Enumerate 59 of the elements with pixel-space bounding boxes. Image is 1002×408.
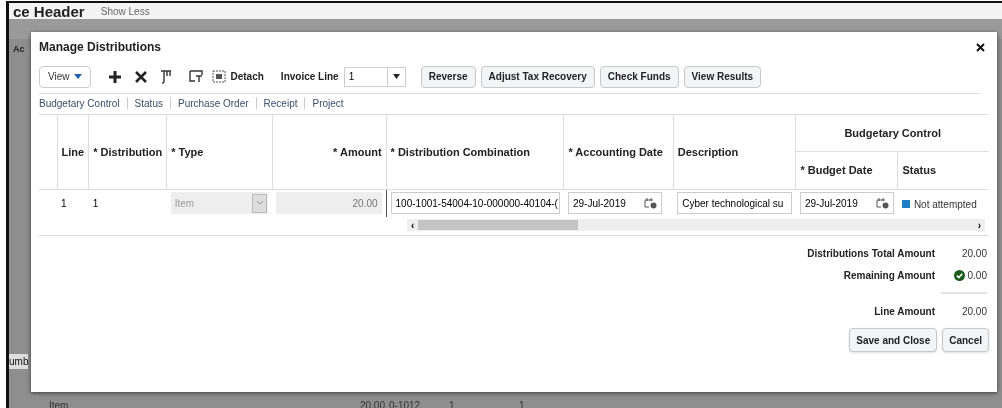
column-header[interactable]: * Amount <box>333 145 382 158</box>
toolbar-button[interactable]: Reverse <box>420 65 476 88</box>
total-label: Distributions Total Amount <box>807 246 935 261</box>
column-header[interactable]: Status <box>902 163 936 176</box>
page-header-title: ce Header <box>13 4 85 19</box>
toolbar-button[interactable]: Adjust Tax Recovery <box>480 65 595 88</box>
wrap-icon[interactable] <box>188 70 203 83</box>
detach-button[interactable]: Detach <box>230 69 264 84</box>
toolbar-button[interactable]: View Results <box>683 65 762 88</box>
calendar-icon[interactable] <box>643 197 657 210</box>
close-icon[interactable] <box>976 42 985 52</box>
scroll-left-arrow[interactable]: ‹ <box>407 217 419 233</box>
tab-link[interactable]: Purchase Order <box>177 95 249 111</box>
total-value: 0.00 <box>967 268 987 283</box>
tab-link[interactable]: Budgetary Control <box>39 95 120 111</box>
dialog-title: Manage Distributions <box>39 39 161 56</box>
check-circle-icon <box>953 269 965 281</box>
tab-link[interactable]: Project <box>312 95 344 111</box>
horizontal-scrollbar[interactable]: ‹ › <box>407 219 985 231</box>
column-header[interactable]: * Accounting Date <box>568 145 663 158</box>
tab-link[interactable]: Receipt <box>263 95 298 111</box>
dialog-button[interactable]: Cancel <box>942 328 989 352</box>
caret-icon <box>392 74 400 79</box>
calendar-icon[interactable] <box>875 197 889 210</box>
table-cell: 1 <box>92 198 99 209</box>
description-field[interactable]: Cyber technological su <box>677 192 792 215</box>
column-header[interactable]: * Type <box>171 145 204 158</box>
date-field[interactable]: 29-Jul-2019 <box>799 192 894 215</box>
column-group-header: Budgetary Control <box>844 126 941 139</box>
invoice-line-label: Invoice Line <box>280 70 339 84</box>
delete-icon[interactable] <box>134 70 147 83</box>
status-text: Not attempted <box>913 198 977 210</box>
freeze-column-icon[interactable] <box>159 69 172 84</box>
column-header[interactable]: Description <box>677 145 739 158</box>
total-label: Remaining Amount <box>843 268 935 283</box>
background-column-label: umb <box>9 354 29 369</box>
table-cell: 1 <box>61 198 67 209</box>
scroll-right-arrow[interactable]: › <box>973 217 985 233</box>
date-field[interactable]: 29-Jul-2019 <box>567 192 662 215</box>
column-header[interactable]: * Distribution Combination <box>390 145 530 158</box>
total-value: 20.00 <box>961 246 987 261</box>
show-less-link[interactable]: Show Less <box>100 4 150 19</box>
invoice-line-select[interactable]: 1 <box>343 66 406 87</box>
dialog-button[interactable]: Save and Close <box>849 328 938 352</box>
caret-icon <box>73 74 82 79</box>
tab-link[interactable]: Status <box>134 95 163 111</box>
column-header[interactable]: * Distribution <box>93 145 163 158</box>
distribution-combination-field[interactable]: 100-1001-54004-10-000000-40104-( <box>390 192 560 215</box>
toolbar-button[interactable]: Check Funds <box>599 65 679 88</box>
background-tab-label: Ac <box>13 43 25 56</box>
view-menu[interactable]: View <box>39 65 91 88</box>
detach-icon[interactable] <box>211 70 226 83</box>
amount-field: 20.00 <box>276 192 382 215</box>
add-icon[interactable] <box>107 69 122 84</box>
total-label: Line Amount <box>874 304 935 319</box>
column-header[interactable]: Line <box>61 145 85 158</box>
total-value: 20.00 <box>961 304 987 319</box>
chevron-icon <box>256 201 263 206</box>
column-header[interactable]: * Budget Date <box>800 163 873 176</box>
